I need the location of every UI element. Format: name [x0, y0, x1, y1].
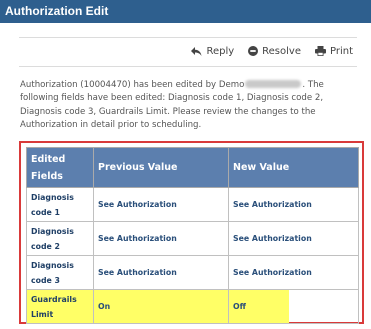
top-divider — [19, 37, 357, 38]
edited-field-name: Diagnosis code 1 — [26, 187, 94, 222]
new-value-cell: Off — [228, 289, 359, 324]
col-header-new-value: New Value — [228, 147, 359, 188]
edited-fields-table: Edited Fields Previous Value New Value D… — [26, 147, 359, 324]
action-bar: Reply Resolve Print — [177, 44, 353, 58]
new-value: See Authorization — [228, 221, 359, 256]
new-value: Off — [229, 290, 289, 323]
col-header-edited-fields: Edited Fields — [26, 147, 94, 188]
minus-circle-icon — [248, 46, 259, 56]
print-label: Print — [329, 45, 353, 57]
edited-field-name: Guardrails Limit — [26, 289, 94, 324]
previous-value: See Authorization — [93, 187, 229, 222]
new-value: See Authorization — [228, 187, 359, 222]
edited-field-name: Diagnosis code 2 — [26, 221, 94, 256]
redacted-user-name — [245, 80, 302, 88]
table-row: Diagnosis code 3 See Authorization See A… — [26, 255, 359, 290]
reply-icon — [191, 46, 202, 56]
printer-icon — [314, 46, 326, 56]
table-header-row: Edited Fields Previous Value New Value — [26, 147, 359, 188]
message-text-start: Authorization (10004470) has been edited… — [20, 80, 245, 90]
table-row-highlighted: Guardrails Limit On Off — [26, 289, 359, 324]
table-row: Diagnosis code 1 See Authorization See A… — [26, 187, 359, 222]
highlighted-changes-area: Edited Fields Previous Value New Value D… — [19, 141, 364, 324]
actions-divider — [19, 66, 357, 67]
previous-value: See Authorization — [93, 221, 229, 256]
edit-notification-message: Authorization (10004470) has been edited… — [20, 79, 360, 133]
resolve-label: Resolve — [262, 45, 301, 57]
print-button[interactable]: Print — [314, 45, 353, 57]
window-title: Authorization Edit — [0, 0, 371, 23]
edited-field-name: Diagnosis code 3 — [26, 255, 94, 290]
reply-button[interactable]: Reply — [191, 46, 234, 57]
table-row: Diagnosis code 2 See Authorization See A… — [26, 221, 359, 256]
new-value: See Authorization — [228, 255, 359, 290]
previous-value: On — [93, 289, 229, 324]
resolve-button[interactable]: Resolve — [248, 46, 301, 57]
previous-value: See Authorization — [93, 255, 229, 290]
col-header-previous-value: Previous Value — [93, 147, 229, 188]
reply-label: Reply — [206, 45, 235, 57]
